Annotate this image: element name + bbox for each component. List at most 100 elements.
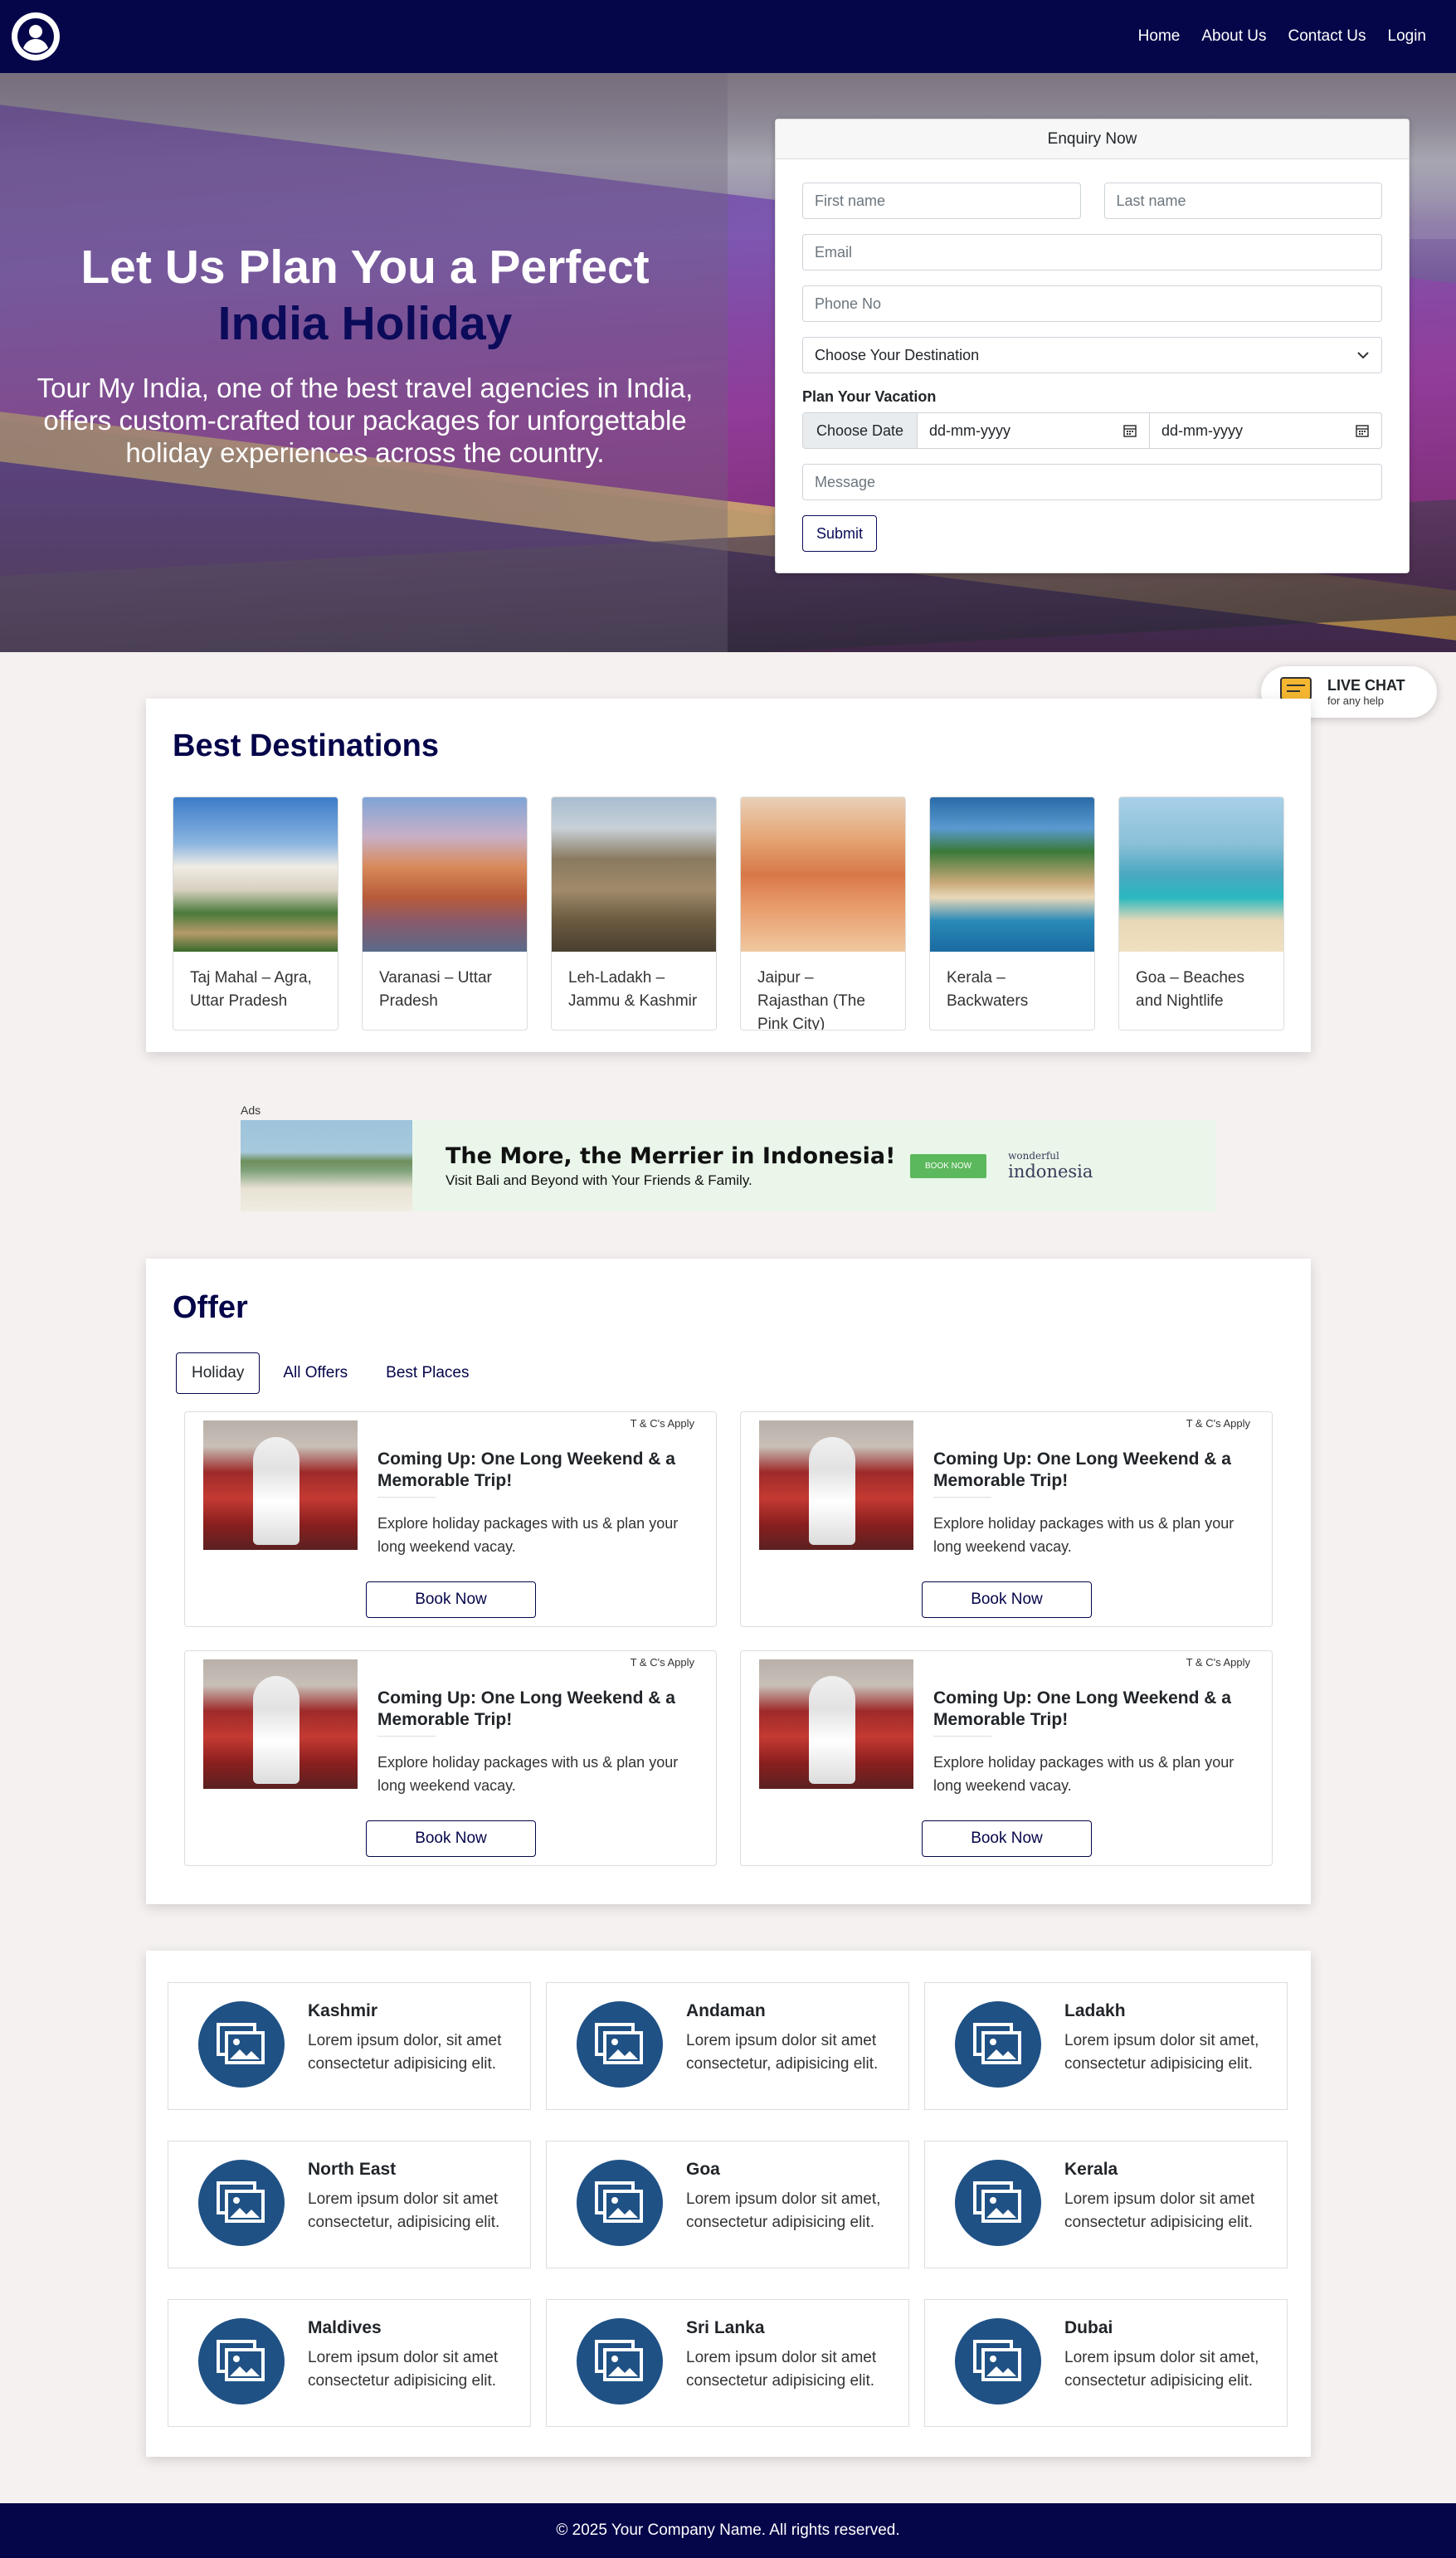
place-name: Andaman (686, 2001, 766, 2020)
offer-image (203, 1420, 358, 1550)
ads-label: Ads (241, 1104, 261, 1117)
offer-image (203, 1659, 358, 1789)
offer-title: Coming Up: One Long Weekend & a Memorabl… (377, 1450, 675, 1490)
place-card[interactable]: Kerala Lorem ipsum dolor sit amet consec… (924, 2141, 1288, 2268)
offer-image (759, 1659, 913, 1789)
place-description: Lorem ipsum dolor sit amet consectetur a… (686, 2349, 877, 2390)
book-now-button[interactable]: Book Now (922, 1820, 1092, 1857)
destination-card[interactable]: Taj Mahal – Agra, Uttar Pradesh (173, 797, 338, 1031)
submit-button[interactable]: Submit (802, 515, 878, 552)
offer-card: T & C's Apply Coming Up: One Long Weeken… (740, 1411, 1273, 1627)
footer: © 2025 Your Company Name. All rights res… (0, 2503, 1456, 2558)
hero-title: Let Us Plan You a Perfect (80, 241, 650, 294)
place-card[interactable]: Andaman Lorem ipsum dolor sit amet conse… (546, 1982, 909, 2110)
nav-login-link[interactable]: Login (1388, 27, 1427, 46)
image-icon (577, 2160, 663, 2246)
place-card[interactable]: Dubai Lorem ipsum dolor sit amet, consec… (924, 2299, 1288, 2427)
enquiry-form: Enquiry Now First name Last name Email P… (775, 119, 1410, 573)
offer-divider (377, 1736, 436, 1737)
ad-banner[interactable]: The More, the Merrier in Indonesia! Visi… (241, 1120, 1215, 1211)
destination-caption: Taj Mahal – Agra, Uttar Pradesh (190, 969, 312, 1010)
offer-text: Explore holiday packages with us & plan … (933, 1515, 1234, 1555)
user-avatar-icon[interactable] (12, 12, 60, 61)
destination-caption: Leh-Ladakh – Jammu & Kashmir (568, 969, 698, 1010)
ad-beach-image (241, 1120, 412, 1211)
taj-mahal-image (173, 797, 338, 952)
nav-home-link[interactable]: Home (1138, 27, 1181, 46)
image-icon (198, 2318, 285, 2405)
navbar: Home About Us Contact Us Login (0, 0, 1456, 73)
date-from-input[interactable]: dd-mm-yyyy (918, 413, 1150, 448)
date-to-value: dd-mm-yyyy (1161, 421, 1243, 439)
nav-links: Home About Us Contact Us Login (1138, 27, 1426, 46)
place-description: Lorem ipsum dolor sit amet, consectetur … (686, 2190, 881, 2231)
destination-card[interactable]: Varanasi – Uttar Pradesh (362, 797, 528, 1031)
place-card[interactable]: Kashmir Lorem ipsum dolor, sit amet cons… (168, 1982, 531, 2110)
offer-text: Explore holiday packages with us & plan … (377, 1515, 679, 1555)
image-icon (955, 2160, 1041, 2246)
destination-caption: Kerala – Backwaters (947, 969, 1029, 1010)
email-input[interactable]: Email (802, 234, 1382, 270)
place-card[interactable]: Ladakh Lorem ipsum dolor sit amet, conse… (924, 1982, 1288, 2110)
plan-vacation-label: Plan Your Vacation (802, 388, 937, 405)
nav-contact-link[interactable]: Contact Us (1288, 27, 1366, 46)
image-icon (198, 2160, 285, 2246)
date-from-value: dd-mm-yyyy (929, 421, 1010, 439)
offer-title: Coming Up: One Long Weekend & a Memorabl… (933, 1450, 1231, 1490)
destination-card[interactable]: Leh-Ladakh – Jammu & Kashmir (551, 797, 717, 1031)
place-card[interactable]: Maldives Lorem ipsum dolor sit amet cons… (168, 2299, 531, 2427)
offer-section: Offer Holiday All Offers Best Places T &… (146, 1259, 1311, 1904)
terms-note: T & C's Apply (630, 1417, 694, 1430)
destination-card[interactable]: Jaipur – Rajasthan (The Pink City) (740, 797, 906, 1031)
ad-subline: Visit Bali and Beyond with Your Friends … (446, 1172, 752, 1188)
last-name-input[interactable]: Last name (1103, 183, 1382, 219)
book-now-button[interactable]: Book Now (922, 1581, 1092, 1618)
live-chat-title: LIVE CHAT (1327, 677, 1405, 694)
tab-holiday[interactable]: Holiday (176, 1352, 261, 1394)
destination-card[interactable]: Kerala – Backwaters (929, 797, 1095, 1031)
offer-divider (377, 1497, 436, 1498)
live-chat-subtitle: for any help (1327, 694, 1384, 707)
first-name-input[interactable]: First name (802, 183, 1081, 219)
offer-title: Offer (173, 1290, 248, 1325)
nav-about-link[interactable]: About Us (1201, 27, 1266, 46)
leh-ladakh-image (552, 797, 716, 952)
terms-note: T & C's Apply (1186, 1417, 1250, 1430)
ad-book-now-button[interactable]: BOOK NOW (910, 1153, 987, 1178)
place-name: North East (308, 2160, 397, 2179)
destination-caption: Goa – Beaches and Nightlife (1136, 969, 1244, 1010)
best-destinations-title: Best Destinations (173, 728, 439, 763)
choose-date-label: Choose Date (803, 413, 918, 448)
ad-brand-small: wonderful (1008, 1150, 1059, 1162)
terms-note: T & C's Apply (630, 1656, 694, 1669)
image-icon (577, 2318, 663, 2405)
image-icon (198, 2001, 285, 2088)
place-name: Goa (686, 2160, 720, 2179)
date-to-input[interactable]: dd-mm-yyyy (1150, 413, 1381, 448)
destination-card[interactable]: Goa – Beaches and Nightlife (1118, 797, 1284, 1031)
destination-select[interactable]: Choose Your Destination (802, 337, 1382, 373)
message-input[interactable]: Message (802, 464, 1382, 500)
tab-all-offers[interactable]: All Offers (268, 1352, 363, 1394)
calendar-icon[interactable] (1355, 423, 1370, 438)
book-now-button[interactable]: Book Now (366, 1581, 536, 1618)
place-name: Kashmir (308, 2001, 378, 2020)
goa-image (1119, 797, 1283, 952)
offer-title: Coming Up: One Long Weekend & a Memorabl… (377, 1688, 675, 1729)
footer-copyright: © 2025 Your Company Name. All rights res… (556, 2521, 900, 2539)
book-now-button[interactable]: Book Now (366, 1820, 536, 1857)
calendar-icon[interactable] (1122, 423, 1137, 438)
place-card[interactable]: Goa Lorem ipsum dolor sit amet, consecte… (546, 2141, 909, 2268)
offer-divider (933, 1497, 991, 1498)
date-range-group: Choose Date dd-mm-yyyy dd-mm-yyyy (802, 412, 1382, 449)
place-name: Sri Lanka (686, 2318, 765, 2337)
tab-best-places[interactable]: Best Places (371, 1352, 484, 1394)
place-description: Lorem ipsum dolor sit amet consectetur a… (1064, 2190, 1255, 2231)
image-icon (955, 2001, 1041, 2088)
place-name: Maldives (308, 2318, 382, 2337)
place-description: Lorem ipsum dolor sit amet consectetur, … (686, 2032, 879, 2073)
phone-input[interactable]: Phone No (802, 285, 1382, 322)
hero-text: Let Us Plan You a Perfect India Holiday … (25, 239, 705, 469)
place-card[interactable]: North East Lorem ipsum dolor sit amet co… (168, 2141, 531, 2268)
place-card[interactable]: Sri Lanka Lorem ipsum dolor sit amet con… (546, 2299, 909, 2427)
